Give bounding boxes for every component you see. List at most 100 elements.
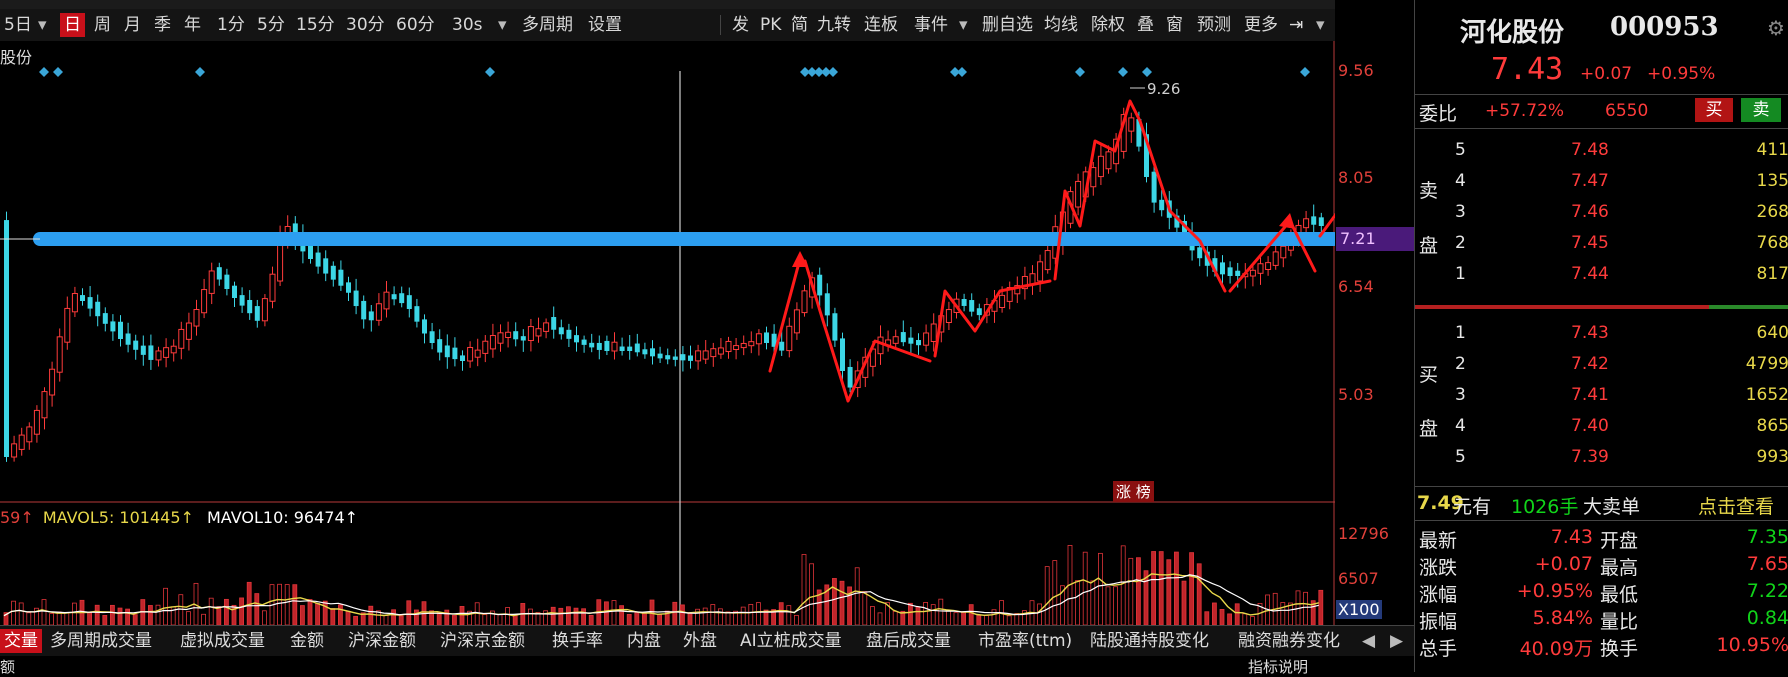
- scroll-left-icon[interactable]: ◀: [1362, 629, 1375, 653]
- candle: [49, 368, 56, 396]
- candle: [755, 333, 762, 345]
- forecast-button[interactable]: 预测: [1193, 13, 1235, 37]
- volume-bar: [383, 615, 389, 625]
- period-60min-button[interactable]: 60分: [392, 13, 439, 37]
- volume-bar: [292, 584, 298, 625]
- candle: [1265, 262, 1272, 271]
- more-button[interactable]: 更多: [1240, 13, 1282, 37]
- tab-pe-ttm[interactable]: 市盈率(ttm): [978, 629, 1072, 653]
- ask-price[interactable]: 7.44: [1571, 264, 1609, 284]
- jiuzhuan-button[interactable]: 九转: [813, 13, 855, 37]
- ma-button[interactable]: 均线: [1040, 13, 1082, 37]
- candle: [1090, 167, 1097, 188]
- bid-price[interactable]: 7.40: [1571, 416, 1609, 436]
- bid-price[interactable]: 7.43: [1571, 323, 1609, 343]
- kline-chart[interactable]: 9.26: [0, 41, 1335, 625]
- multi-period-button[interactable]: 多周期: [518, 13, 577, 37]
- tab-sh-sz-bj-amount[interactable]: 沪深京金额: [440, 629, 525, 653]
- ask-volume: 768: [1756, 233, 1788, 253]
- candle: [1227, 267, 1233, 276]
- zhangbang-badge[interactable]: 涨 榜: [1113, 481, 1154, 502]
- period-30min-button[interactable]: 30分: [342, 13, 389, 37]
- volume-bar: [41, 599, 47, 625]
- events-button[interactable]: 事件: [910, 13, 952, 37]
- volume-bar: [185, 611, 191, 625]
- period-15min-button[interactable]: 15分: [292, 13, 339, 37]
- volume-bar: [968, 604, 974, 625]
- ask-price[interactable]: 7.48: [1571, 140, 1609, 160]
- candle: [155, 350, 162, 361]
- window-button[interactable]: 窗: [1162, 13, 1187, 37]
- volume-bar: [26, 612, 32, 625]
- tab-afterhours-volume[interactable]: 盘后成交量: [866, 629, 951, 653]
- bid-price[interactable]: 7.41: [1571, 385, 1609, 405]
- chevron-down-icon[interactable]: ▾: [34, 13, 51, 37]
- bid-price[interactable]: 7.42: [1571, 354, 1609, 374]
- candle: [672, 356, 678, 360]
- volume-bar: [110, 604, 115, 625]
- candle: [110, 321, 116, 332]
- sell-button[interactable]: 卖: [1741, 98, 1781, 122]
- pk-button[interactable]: PK: [756, 13, 785, 37]
- ask-price[interactable]: 7.46: [1571, 202, 1609, 222]
- buy-button[interactable]: 买: [1695, 98, 1733, 122]
- candle: [178, 328, 185, 349]
- gear-icon[interactable]: ⚙: [1767, 16, 1785, 40]
- period-year-button[interactable]: 年: [180, 13, 205, 37]
- tab-inner[interactable]: 内盘: [627, 629, 661, 653]
- volume-bar: [1151, 551, 1156, 625]
- chevron-down-icon[interactable]: ▾: [955, 13, 972, 37]
- candle: [247, 299, 253, 314]
- chevron-down-icon[interactable]: ▾: [494, 13, 511, 37]
- overlay-button[interactable]: 叠: [1133, 13, 1158, 37]
- tab-amount[interactable]: 金额: [290, 629, 324, 653]
- volume-bar: [1082, 551, 1088, 625]
- big-order-qty: 1026手: [1511, 496, 1579, 518]
- candle: [406, 295, 412, 309]
- period-30s-button[interactable]: 30s: [448, 13, 487, 37]
- period-left-select[interactable]: 5日: [0, 13, 36, 37]
- ask-price[interactable]: 7.47: [1571, 171, 1609, 191]
- bid-price[interactable]: 7.39: [1571, 447, 1609, 467]
- candle: [140, 345, 146, 355]
- candle: [80, 295, 85, 301]
- volume-bar: [1212, 602, 1217, 625]
- tab-turnover[interactable]: 换手率: [552, 629, 603, 653]
- collapse-icon[interactable]: ⇥: [1285, 13, 1307, 37]
- indicator-tabs: 交量 多周期成交量 虚拟成交量 金额 沪深金额 沪深京金额 换手率 内盘 外盘 …: [0, 625, 1414, 656]
- candle: [422, 319, 427, 334]
- fa-button[interactable]: 发: [728, 13, 753, 37]
- exright-button[interactable]: 除权: [1087, 13, 1129, 37]
- period-day-button[interactable]: 日: [60, 13, 85, 37]
- period-quarter-button[interactable]: 季: [150, 13, 175, 37]
- volume-bar: [581, 608, 586, 625]
- period-month-button[interactable]: 月: [120, 13, 145, 37]
- chevron-down-icon[interactable]: ▾: [1312, 13, 1329, 37]
- indicator-help-link[interactable]: 指标说明: [1248, 656, 1308, 677]
- tab-ai-volume[interactable]: AI立桩成交量: [740, 629, 842, 653]
- tab-outer[interactable]: 外盘: [683, 629, 717, 653]
- candle: [513, 331, 519, 340]
- ask-price[interactable]: 7.45: [1571, 233, 1609, 253]
- tab-virtual-volume[interactable]: 虚拟成交量: [180, 629, 265, 653]
- tab-margin[interactable]: 融资融券变化: [1238, 629, 1340, 653]
- tab-volume[interactable]: 交量: [0, 629, 42, 653]
- settings-button[interactable]: 设置: [584, 13, 626, 37]
- tab-northbound[interactable]: 陆股通持股变化: [1090, 629, 1209, 653]
- tab-multi-volume[interactable]: 多周期成交量: [50, 629, 152, 653]
- remove-watchlist-button[interactable]: 删自选: [978, 13, 1037, 37]
- volume-bar: [497, 614, 503, 625]
- tab-sh-sz-amount[interactable]: 沪深金额: [348, 629, 416, 653]
- volume-bar: [330, 608, 336, 625]
- period-week-button[interactable]: 周: [90, 13, 115, 37]
- candle: [551, 317, 557, 330]
- lianban-button[interactable]: 连板: [860, 13, 902, 37]
- period-1min-button[interactable]: 1分: [213, 13, 249, 37]
- period-5min-button[interactable]: 5分: [253, 13, 289, 37]
- big-order-link[interactable]: 点击查看: [1698, 492, 1774, 519]
- scroll-right-icon[interactable]: ▶: [1390, 629, 1403, 653]
- volume-bar: [1219, 609, 1225, 625]
- volume-bar: [482, 614, 488, 625]
- volume-bar: [1280, 602, 1286, 625]
- simple-button[interactable]: 简: [787, 13, 812, 37]
